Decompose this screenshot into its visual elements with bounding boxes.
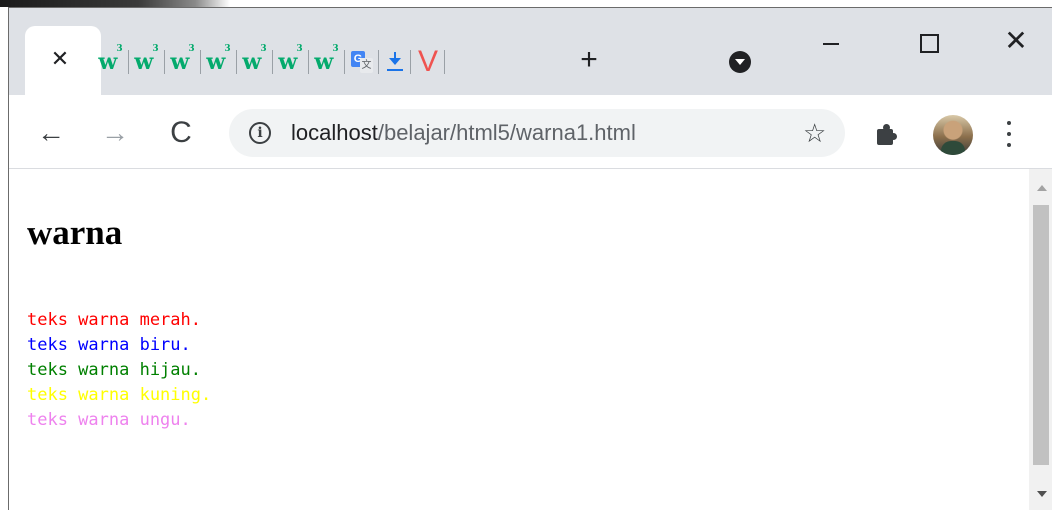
tab-w3schools[interactable]: w3 xyxy=(93,44,129,78)
tab-w3schools[interactable]: w3 xyxy=(237,44,273,78)
tab-search-icon[interactable] xyxy=(729,51,751,73)
tab-separator xyxy=(444,50,445,74)
menu-dot xyxy=(1007,143,1011,147)
menu-dot xyxy=(1007,121,1011,125)
forward-button[interactable]: → xyxy=(95,113,135,153)
back-button[interactable]: ← xyxy=(31,113,71,153)
w3schools-favicon-icon: w3 xyxy=(170,44,195,75)
tab-w3schools[interactable]: w3 xyxy=(309,44,345,78)
w3schools-favicon-letter: w xyxy=(98,49,118,75)
w3schools-favicon-letter: w xyxy=(206,49,226,75)
translate-char-glyph: 文 xyxy=(360,58,373,73)
w3schools-favicon-icon: w3 xyxy=(98,44,123,75)
w3schools-favicon-letter: w xyxy=(134,49,154,75)
w3schools-favicon-icon: w3 xyxy=(314,44,339,75)
close-window-button[interactable]: ✕ xyxy=(991,23,1041,63)
colored-text-line: teks warna hijau. xyxy=(27,360,201,380)
w3schools-favicon-superscript: 3 xyxy=(296,43,303,54)
scroll-down-arrow-icon[interactable] xyxy=(1037,491,1047,497)
w3schools-favicon-letter: w xyxy=(170,49,190,75)
url-path: /belajar/html5/warna1.html xyxy=(377,120,636,145)
browser-window: ✕ w3 w3 w3 w3 w3 w3 w3 G 文 V + ✕ ← → C i localhos… xyxy=(8,7,1052,510)
tab-close-icon[interactable]: ✕ xyxy=(47,46,73,72)
tab-w3schools[interactable]: w3 xyxy=(201,44,237,78)
reload-button[interactable]: C xyxy=(161,113,201,153)
w3schools-favicon-icon: w3 xyxy=(134,44,159,75)
page-content: warna teks warna merah. teks warna biru. t… xyxy=(9,169,1029,510)
w3schools-favicon-icon: w3 xyxy=(206,44,231,75)
menu-dot xyxy=(1007,132,1011,136)
address-bar[interactable]: i localhost/belajar/html5/warna1.html ☆ xyxy=(229,109,845,157)
w3schools-favicon-letter: w xyxy=(242,49,262,75)
tab-w3schools[interactable]: w3 xyxy=(273,44,309,78)
tab-w3schools[interactable]: w3 xyxy=(165,44,201,78)
scroll-up-arrow-icon[interactable] xyxy=(1037,185,1047,191)
url-host: localhost xyxy=(291,120,378,145)
desktop-wallpaper-fragment xyxy=(0,0,230,7)
w3schools-favicon-letter: w xyxy=(278,49,298,75)
scrollbar-thumb[interactable] xyxy=(1033,205,1049,465)
download-icon xyxy=(386,51,404,73)
colored-text-list: teks warna merah. teks warna biru. teks wa… xyxy=(27,308,211,433)
puzzle-knob-right xyxy=(890,133,897,140)
w3schools-favicon-superscript: 3 xyxy=(152,43,159,54)
colored-text-line: teks warna biru. xyxy=(27,335,191,355)
w3schools-favicon-superscript: 3 xyxy=(332,43,339,54)
site-info-icon[interactable]: i xyxy=(249,122,271,144)
browser-toolbar: ← → C i localhost/belajar/html5/warna1.h… xyxy=(9,95,1052,169)
bookmark-star-icon[interactable]: ☆ xyxy=(803,119,826,147)
w3schools-favicon-icon: w3 xyxy=(242,44,267,75)
download-arrowhead xyxy=(389,58,401,65)
w3schools-favicon-superscript: 3 xyxy=(188,43,195,54)
url-text[interactable]: localhost/belajar/html5/warna1.html xyxy=(291,120,636,146)
download-base xyxy=(387,69,403,71)
new-tab-button[interactable]: + xyxy=(574,45,604,76)
tab-strip: ✕ w3 w3 w3 w3 w3 w3 w3 G 文 V + ✕ xyxy=(9,8,1052,98)
v-app-icon: V xyxy=(417,45,438,78)
colored-text-line: teks warna kuning. xyxy=(27,385,212,405)
puzzle-knob-top xyxy=(883,124,890,131)
vertical-scrollbar[interactable] xyxy=(1029,169,1052,510)
profile-avatar[interactable] xyxy=(933,115,973,155)
google-translate-icon: G文 xyxy=(351,51,373,73)
minimize-button[interactable] xyxy=(807,23,857,63)
w3schools-favicon-superscript: 3 xyxy=(116,43,123,54)
tab-download[interactable] xyxy=(379,46,411,78)
colored-text-line: teks warna ungu. xyxy=(27,410,191,430)
maximize-button[interactable] xyxy=(903,23,953,63)
tab-w3schools[interactable]: w3 xyxy=(129,44,165,78)
tab-v-app[interactable]: V xyxy=(411,46,445,78)
w3schools-favicon-icon: w3 xyxy=(278,44,303,75)
w3schools-favicon-letter: w xyxy=(314,49,334,75)
extensions-puzzle-icon[interactable] xyxy=(875,123,897,145)
w3schools-favicon-superscript: 3 xyxy=(224,43,231,54)
kebab-menu-icon[interactable] xyxy=(1005,119,1013,149)
page-heading: warna xyxy=(27,213,123,252)
tab-google-translate[interactable]: G文 xyxy=(345,46,379,78)
w3schools-favicon-superscript: 3 xyxy=(260,43,267,54)
colored-text-line: teks warna merah. xyxy=(27,310,201,330)
